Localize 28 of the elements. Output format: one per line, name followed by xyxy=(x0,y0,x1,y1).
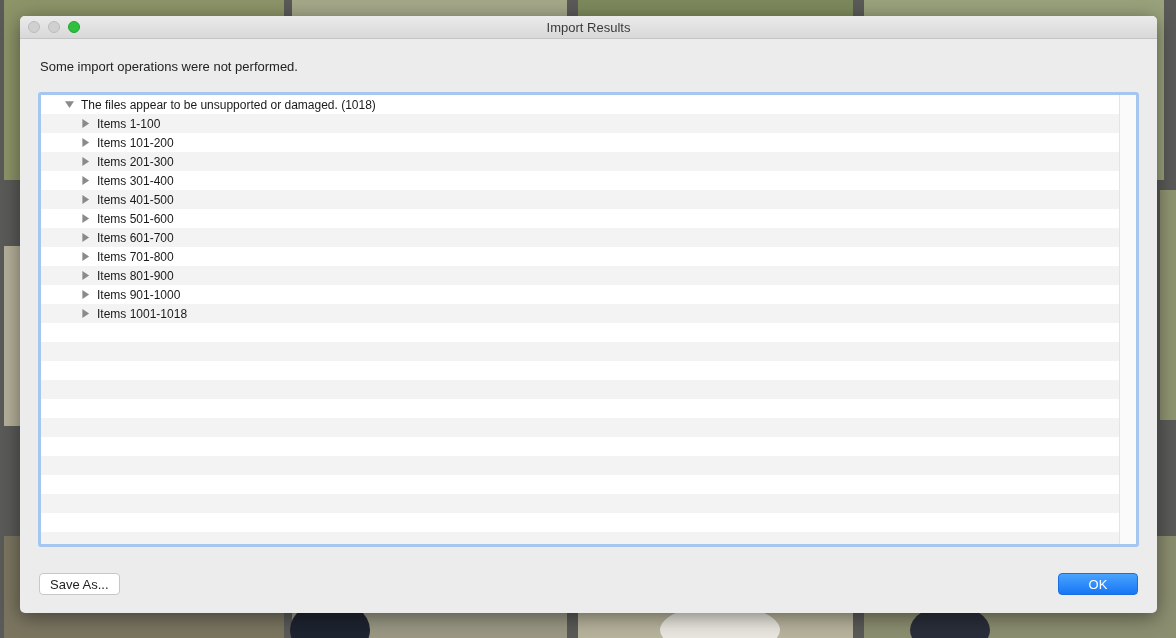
tree-item[interactable]: Items 301-400 xyxy=(97,173,174,188)
tree-item[interactable]: Items 701-800 xyxy=(97,249,174,264)
collapsed-arrow-icon[interactable] xyxy=(81,138,90,147)
tree-item[interactable]: Items 501-600 xyxy=(97,211,174,226)
tree-item[interactable]: Items 901-1000 xyxy=(97,287,181,302)
tree-item[interactable]: The files appear to be unsupported or damaged. (1018) xyxy=(81,97,376,112)
collapsed-arrow-icon[interactable] xyxy=(81,252,90,261)
collapsed-arrow-icon[interactable] xyxy=(81,214,90,223)
collapsed-arrow-icon[interactable] xyxy=(81,271,90,280)
collapsed-arrow-icon[interactable] xyxy=(81,119,90,128)
tree-item[interactable]: Items 1-100 xyxy=(97,116,161,131)
zoom-button[interactable] xyxy=(68,21,80,33)
tree-item[interactable]: Items 101-200 xyxy=(97,135,174,150)
collapsed-arrow-icon[interactable] xyxy=(81,309,90,318)
collapsed-arrow-icon[interactable] xyxy=(81,157,90,166)
tree-item[interactable]: Items 401-500 xyxy=(97,192,174,207)
collapsed-arrow-icon[interactable] xyxy=(81,195,90,204)
expanded-arrow-icon[interactable] xyxy=(65,100,74,109)
collapsed-arrow-icon[interactable] xyxy=(81,233,90,242)
save-as-button[interactable]: Save As... xyxy=(39,573,120,595)
tree-item[interactable]: Items 1001-1018 xyxy=(97,306,188,321)
tree-item[interactable]: Items 801-900 xyxy=(97,268,174,283)
message-text: Some import operations were not performed. xyxy=(40,59,299,74)
tree-item[interactable]: Items 201-300 xyxy=(97,154,174,169)
collapsed-arrow-icon[interactable] xyxy=(81,290,90,299)
tree-item[interactable]: Items 601-700 xyxy=(97,230,174,245)
collapsed-arrow-icon[interactable] xyxy=(81,176,90,185)
window-title: Import Results xyxy=(546,19,631,35)
